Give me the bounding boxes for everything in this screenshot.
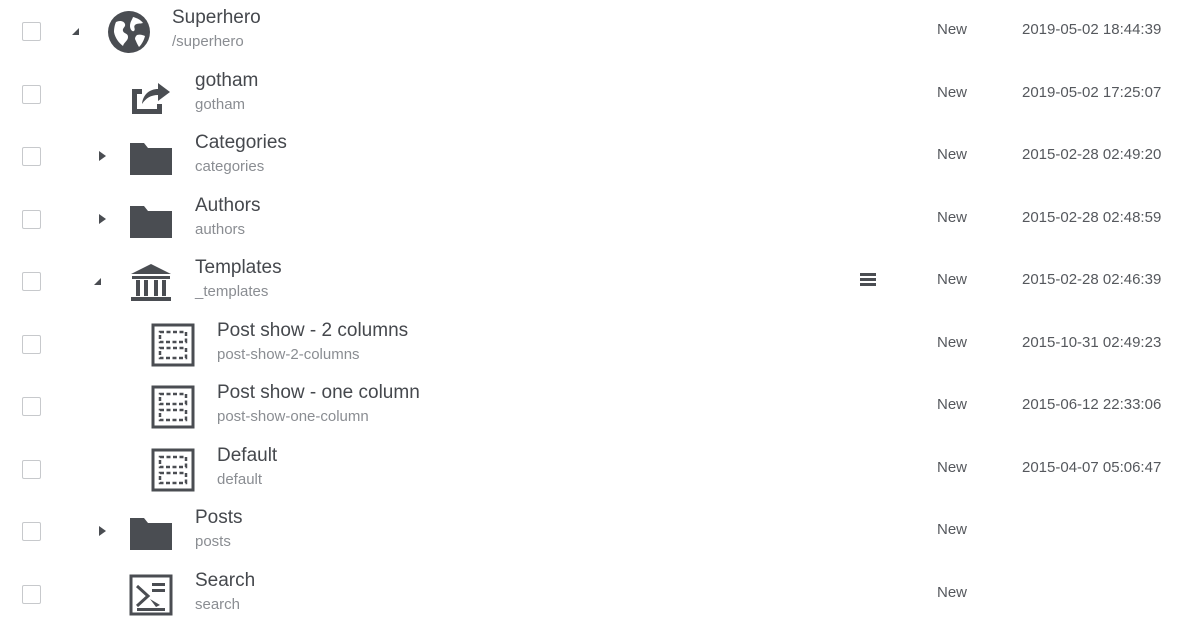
folder-icon <box>128 197 174 243</box>
tree-row-superhero[interactable]: Superhero /superhero New 2019-05-02 18:4… <box>0 0 1200 63</box>
row-status: New <box>937 83 968 101</box>
content-tree: Superhero /superhero New 2019-05-02 18:4… <box>0 0 1200 630</box>
row-date: 2015-04-07 05:06:47 <box>1022 458 1162 476</box>
row-date: 2019-05-02 18:44:39 <box>1022 21 1162 38</box>
row-title[interactable]: Default <box>217 445 277 467</box>
row-title[interactable]: Categories <box>195 132 287 154</box>
collapse-toggle-icon[interactable] <box>90 274 104 288</box>
row-path: /superhero <box>172 33 244 50</box>
row-status: New <box>937 458 968 476</box>
row-checkbox[interactable] <box>22 459 41 479</box>
row-checkbox[interactable] <box>22 209 41 229</box>
row-checkbox[interactable] <box>22 522 41 541</box>
row-path: categories <box>195 158 265 175</box>
redirect-icon <box>128 72 174 118</box>
row-title[interactable]: Search <box>195 570 255 592</box>
row-status: New <box>937 271 968 288</box>
row-path: _templates <box>195 283 269 300</box>
expand-toggle-icon[interactable] <box>95 524 109 538</box>
tree-row-gotham[interactable]: gotham gotham New 2019-05-02 17:25:07 <box>0 63 1200 126</box>
row-path: search <box>195 595 241 613</box>
folder-icon <box>128 509 174 555</box>
row-status: New <box>937 333 968 351</box>
row-path: posts <box>195 533 231 550</box>
row-status: New <box>937 146 968 163</box>
row-title[interactable]: gotham <box>195 70 258 92</box>
row-title[interactable]: Post show - one column <box>217 382 420 404</box>
row-status: New <box>937 396 968 413</box>
row-title[interactable]: Superhero <box>172 7 261 29</box>
row-date: 2015-10-31 02:49:23 <box>1022 333 1162 351</box>
row-status: New <box>937 583 968 601</box>
tree-row-post-show-one-column[interactable]: Post show - one column post-show-one-col… <box>0 375 1200 438</box>
row-title[interactable]: Authors <box>195 195 260 217</box>
row-checkbox[interactable] <box>22 84 41 104</box>
tree-row-search[interactable]: Search search New <box>0 563 1200 626</box>
row-title[interactable]: Posts <box>195 507 243 529</box>
templates-building-icon <box>128 259 174 305</box>
collapse-toggle-icon[interactable] <box>68 24 82 38</box>
row-checkbox[interactable] <box>22 272 41 291</box>
hamburger-menu-icon[interactable] <box>860 273 876 287</box>
row-status: New <box>937 521 968 538</box>
row-title[interactable]: Templates <box>195 257 282 279</box>
row-date: 2015-06-12 22:33:06 <box>1022 396 1162 413</box>
row-status: New <box>937 208 968 226</box>
row-path: authors <box>195 220 246 238</box>
row-path: gotham <box>195 95 246 113</box>
layout-template-icon <box>150 447 196 493</box>
row-checkbox[interactable] <box>22 397 41 416</box>
globe-icon <box>106 9 152 55</box>
row-date: 2019-05-02 17:25:07 <box>1022 83 1162 101</box>
tree-row-default[interactable]: Default default New 2015-04-07 05:06:47 <box>0 438 1200 501</box>
search-page-icon <box>128 572 174 618</box>
folder-icon <box>128 134 174 180</box>
row-date: 2015-02-28 02:46:39 <box>1022 271 1162 288</box>
row-status: New <box>937 21 968 38</box>
row-checkbox[interactable] <box>22 584 41 604</box>
tree-row-categories[interactable]: Categories categories New 2015-02-28 02:… <box>0 125 1200 188</box>
tree-row-posts[interactable]: Posts posts New <box>0 500 1200 563</box>
row-checkbox[interactable] <box>22 334 41 354</box>
layout-template-icon <box>150 322 196 368</box>
expand-toggle-icon[interactable] <box>95 149 109 163</box>
layout-template-icon <box>150 384 196 430</box>
row-path: default <box>217 470 263 488</box>
row-date: 2015-02-28 02:49:20 <box>1022 146 1162 163</box>
row-checkbox[interactable] <box>22 22 41 41</box>
tree-row-authors[interactable]: Authors authors New 2015-02-28 02:48:59 <box>0 188 1200 251</box>
row-date: 2015-02-28 02:48:59 <box>1022 208 1162 226</box>
row-checkbox[interactable] <box>22 147 41 166</box>
tree-row-post-show-2-columns[interactable]: Post show - 2 columns post-show-2-column… <box>0 313 1200 376</box>
row-path: post-show-2-columns <box>217 345 360 363</box>
expand-toggle-icon[interactable] <box>95 212 109 226</box>
row-title[interactable]: Post show - 2 columns <box>217 320 408 342</box>
row-path: post-show-one-column <box>217 408 369 425</box>
tree-row-templates[interactable]: Templates _templates New 2015-02-28 02:4… <box>0 250 1200 313</box>
